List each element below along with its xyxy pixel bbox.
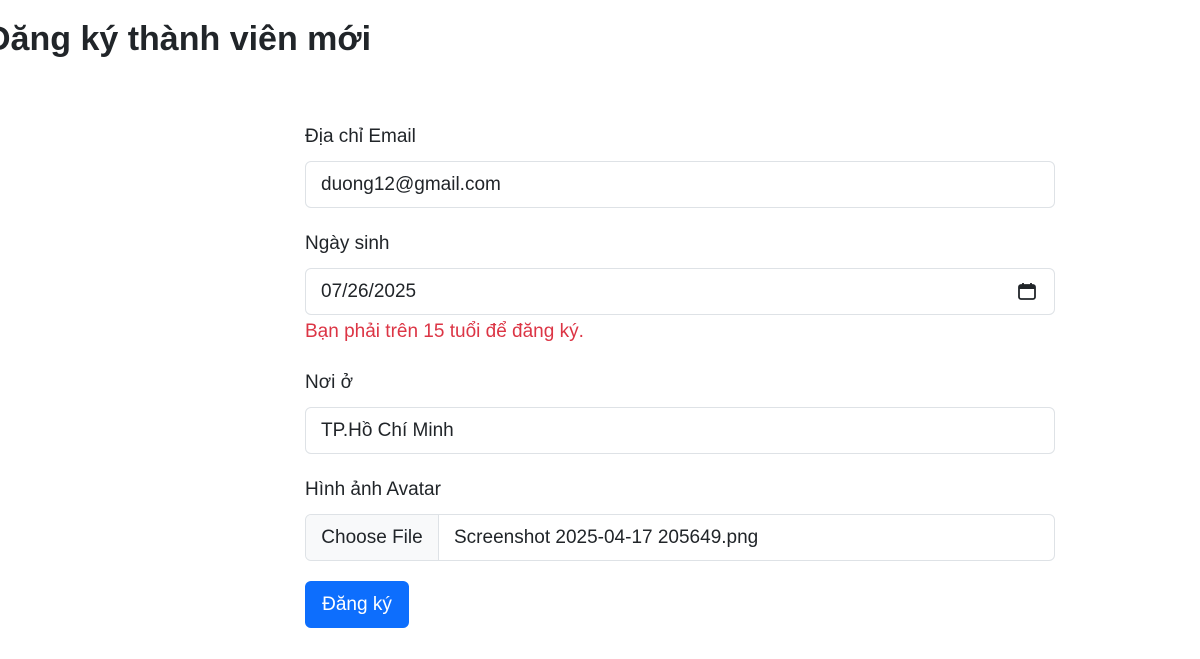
email-field-wrapper [305, 161, 1055, 208]
avatar-label: Hình ảnh Avatar [305, 479, 441, 500]
address-group: Nơi ở [305, 366, 1055, 454]
email-label: Địa chỉ Email [305, 126, 416, 147]
dob-field-wrapper [305, 268, 1055, 315]
address-field-wrapper [305, 407, 1055, 454]
registration-form: Địa chỉ Email Ngày sinh Bạn phải trên 15… [305, 120, 1055, 628]
email-field[interactable] [321, 173, 1039, 196]
selected-file-name: Screenshot 2025-04-17 205649.png [454, 526, 759, 548]
avatar-file-input[interactable]: Choose File Screenshot 2025-04-17 205649… [305, 514, 1055, 561]
choose-file-button[interactable]: Choose File [306, 515, 439, 560]
calendar-icon[interactable] [1018, 282, 1036, 300]
dob-group: Ngày sinh Bạn phải trên 15 tuổi để đăng … [305, 227, 1055, 349]
submit-button[interactable]: Đăng ký [305, 581, 409, 628]
email-group: Địa chỉ Email [305, 120, 1055, 208]
page-title: Đăng ký thành viên mới [0, 20, 372, 58]
avatar-group: Hình ảnh Avatar Choose File Screenshot 2… [305, 473, 1055, 561]
dob-field[interactable] [321, 280, 1039, 303]
dob-label: Ngày sinh [305, 233, 390, 254]
address-label: Nơi ở [305, 372, 354, 393]
dob-error-message: Bạn phải trên 15 tuổi để đăng ký. [305, 321, 584, 342]
page: Đăng ký thành viên mới Địa chỉ Email Ngà… [0, 0, 1200, 659]
address-field[interactable] [321, 419, 1039, 442]
